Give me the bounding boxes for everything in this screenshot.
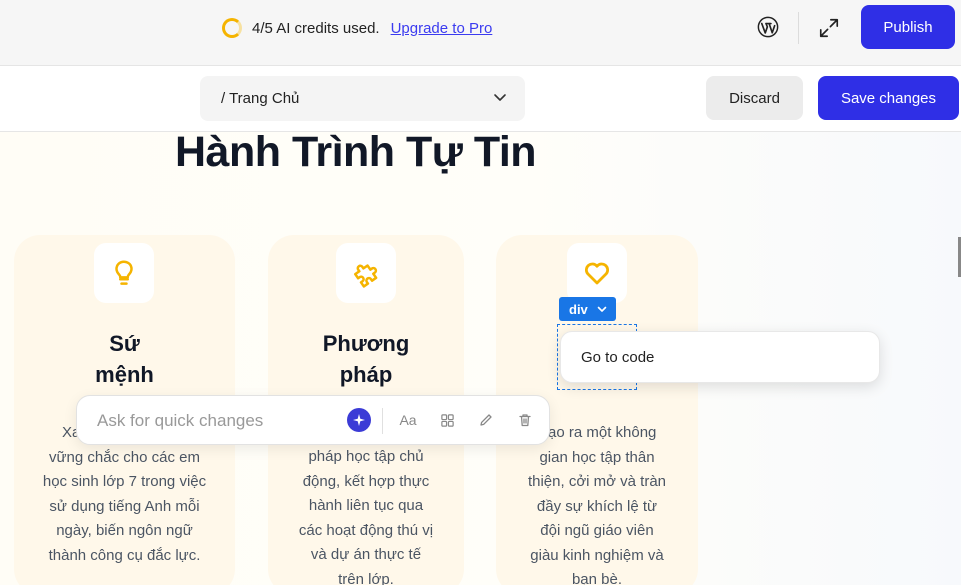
ai-sparkle-button[interactable]	[347, 408, 371, 432]
card-heading: Sứ mệnh	[14, 328, 235, 390]
card-icon-box	[336, 243, 396, 303]
loading-ring-icon	[222, 18, 242, 38]
card-body: pháp học tập chủ động, kết hợp thực hành…	[268, 445, 464, 585]
edit-button[interactable]	[475, 409, 497, 431]
card-body-line: thành công cụ đắc lực.	[48, 546, 201, 564]
card-heading: Phương pháp	[268, 328, 464, 390]
discard-button[interactable]: Discard	[706, 76, 803, 120]
wordpress-icon[interactable]	[757, 16, 779, 38]
trash-icon	[519, 414, 531, 427]
credits-text: 4/5 AI credits used.	[252, 19, 380, 37]
save-changes-button[interactable]: Save changes	[818, 76, 959, 120]
card-body-line: ngày, biến ngôn ngữ	[56, 522, 193, 539]
card-body-line: hành liên tục qua	[308, 497, 424, 514]
heart-icon	[584, 262, 610, 285]
chevron-down-icon	[597, 306, 607, 312]
quick-changes-toolbar: Aa	[76, 395, 550, 445]
card-body: ạo ra một không gian học tập thân thiện,…	[496, 421, 698, 585]
toolbar-divider	[798, 12, 799, 44]
card-body-line: đầy sự khích lệ từ	[536, 497, 658, 515]
card-body-line: động, kết hợp thực	[302, 472, 430, 490]
card-body-line: học sinh lớp 7 trong việc	[42, 473, 207, 490]
card-body-line: bạn bè.	[571, 571, 623, 585]
delete-button[interactable]	[514, 409, 536, 431]
expand-icon[interactable]	[818, 17, 840, 39]
card-body-line: sử dụng tiếng Anh mỗi	[49, 497, 200, 515]
element-selector-tag[interactable]: div	[559, 297, 616, 321]
context-menu: Go to code	[560, 331, 880, 383]
card-body-line: đội ngũ giáo viên	[540, 522, 654, 539]
layout-grid-button[interactable]	[436, 409, 458, 431]
text-style-button[interactable]: Aa	[397, 409, 419, 431]
lightbulb-icon	[115, 260, 133, 285]
chevron-down-icon	[494, 94, 506, 101]
toolbar-separator	[382, 408, 383, 434]
page-selector[interactable]: / Trang Chủ	[200, 76, 525, 121]
pencil-icon	[480, 414, 492, 426]
card-heading-line: pháp	[339, 362, 393, 387]
card-body-line: pháp học tập chủ	[308, 448, 424, 465]
card-body-line: gian học tập thân	[539, 448, 655, 466]
page-selector-value: / Trang Chủ	[221, 90, 300, 107]
go-to-code-menu-item[interactable]: Go to code	[581, 349, 654, 366]
sparkle-icon	[353, 414, 365, 426]
grid-icon	[440, 413, 454, 427]
card-body-line: giàu kinh nghiệm và	[530, 546, 664, 564]
text-style-label: Aa	[399, 412, 417, 428]
selector-tag-label: div	[569, 301, 588, 317]
card-icon-box	[94, 243, 154, 303]
card-heading-line: Sứ	[109, 331, 140, 356]
card-body-line: và dự án thực tế	[310, 546, 422, 563]
top-toolbar: 4/5 AI credits used. Upgrade to Pro Publ…	[0, 0, 961, 66]
card-icon-box	[567, 243, 627, 303]
puzzle-icon	[353, 264, 378, 288]
upgrade-link[interactable]: Upgrade to Pro	[391, 20, 493, 37]
section-title[interactable]: Hành Trình Tự Tin	[175, 132, 537, 174]
card-heading-line: Phương	[322, 331, 410, 356]
card-body-line: trên lớp.	[338, 570, 394, 585]
card-heading-line: mệnh	[95, 362, 154, 387]
card-body-line: thiện, cởi mở và tràn	[527, 473, 667, 490]
quick-changes-input[interactable]	[97, 410, 317, 432]
ai-credits-status: 4/5 AI credits used. Upgrade to Pro	[222, 16, 492, 40]
publish-button[interactable]: Publish	[861, 5, 955, 49]
card-body-line: các hoạt động thú vị	[298, 521, 434, 539]
card-body-line: vững chắc cho các em	[49, 448, 200, 466]
page-toolbar: / Trang Chủ Discard Save changes	[0, 66, 961, 132]
